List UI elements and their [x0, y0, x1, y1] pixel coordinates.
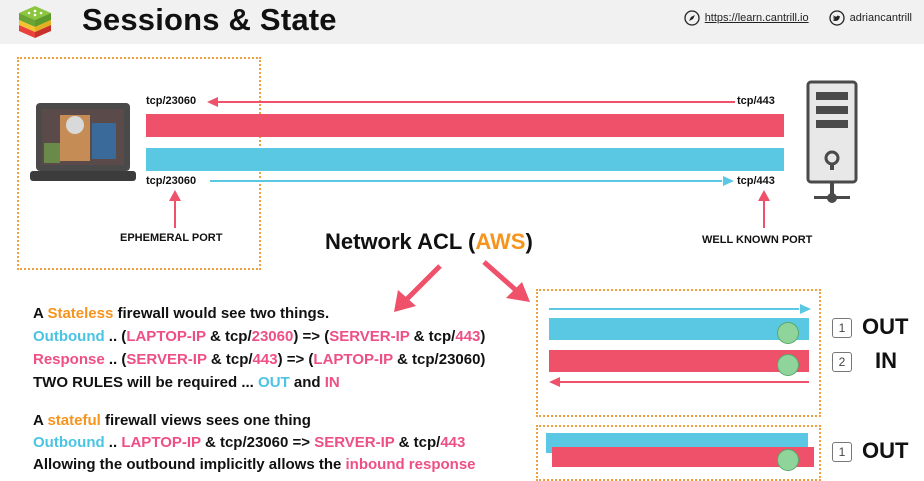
stateless-pointer-arrow [394, 264, 442, 312]
rule-number-badge: 2 [832, 352, 852, 372]
text-segment: LAPTOP-IP [126, 328, 206, 345]
wellknown-pointer [758, 190, 770, 228]
stateless-in-arrow [549, 377, 809, 387]
twitter-icon [828, 10, 845, 26]
text-segment: & tcp/ [206, 351, 253, 368]
server-icon [806, 80, 858, 203]
text-segment: ) [480, 328, 486, 345]
inbound-arrow [207, 97, 735, 107]
right-port-bottom: tcp/443 [737, 175, 775, 187]
text-segment: SERVER-IP [329, 328, 410, 345]
check-icon [777, 354, 799, 376]
text-segment: ) => ( [293, 328, 330, 345]
ephemeral-pointer [169, 190, 181, 228]
compass-icon [684, 10, 700, 26]
website-link[interactable]: https://learn.cantrill.io [705, 12, 809, 24]
outbound-arrow [210, 176, 734, 186]
text-segment: Response [33, 351, 105, 368]
check-icon [777, 449, 799, 471]
text-segment: .. ( [104, 328, 127, 345]
diagram-pointer-arrow [482, 260, 530, 302]
text-segment: LAPTOP-IP [121, 434, 201, 451]
text-segment: Outbound [33, 434, 105, 451]
stateless-line-3: Response .. (SERVER-IP & tcp/443) => (LA… [33, 351, 485, 368]
text-segment: inbound response [345, 456, 476, 473]
stateless-in-bar [549, 350, 809, 372]
stateful-in-bar [552, 447, 814, 467]
text-segment: SERVER-IP [314, 434, 395, 451]
rule-direction-out: OUT [862, 314, 909, 339]
page-title: Sessions & State [82, 2, 337, 37]
text-segment: & tcp/23060) [392, 351, 486, 368]
network-acl-title: Network ACL (AWS) [325, 229, 533, 254]
response-flow-bar [146, 114, 784, 137]
rule-direction-out: OUT [862, 438, 909, 463]
text-segment: OUT [258, 374, 290, 391]
check-icon [777, 322, 799, 344]
text-segment: 23060 [251, 328, 294, 345]
left-port-top: tcp/23060 [146, 95, 197, 107]
text-segment: IN [324, 374, 340, 391]
outbound-flow-bar [146, 148, 784, 171]
laptop-icon [30, 103, 136, 181]
text-segment: & tcp/ [409, 328, 456, 345]
text-segment: 443 [455, 328, 481, 345]
text-segment: .. [104, 434, 122, 451]
wellknown-port-label: WELL KNOWN PORT [702, 234, 813, 246]
stateful-line-3: Allowing the outbound implicitly allows … [33, 456, 476, 473]
text-segment: LAPTOP-IP [313, 351, 393, 368]
text-segment: 443 [252, 351, 278, 368]
text-segment: & tcp/ [205, 328, 252, 345]
text-segment: TWO RULES will be required ... [33, 374, 259, 391]
rule-number-badge: 1 [832, 318, 852, 338]
rule-direction-in: IN [875, 348, 897, 373]
text-segment: firewall views sees one thing [100, 412, 311, 429]
text-segment: .. ( [104, 351, 127, 368]
left-port-bottom: tcp/23060 [146, 175, 197, 187]
stateless-line-2: Outbound .. (LAPTOP-IP & tcp/23060) => (… [33, 328, 485, 345]
text-segment: A [33, 412, 48, 429]
twitter-handle[interactable]: adriancantrill [850, 12, 912, 24]
text-segment: & tcp/ [394, 434, 441, 451]
text-segment: stateful [47, 412, 101, 429]
text-segment: Allowing the outbound implicitly allows … [33, 456, 346, 473]
stateless-line-4: TWO RULES will be required ... OUT and I… [33, 374, 340, 391]
rule-number-badge: 1 [832, 442, 852, 462]
text-segment: & tcp/23060 => [200, 434, 315, 451]
ephemeral-port-label: EPHEMERAL PORT [120, 232, 223, 244]
stateful-line-1: A stateful firewall views sees one thing [33, 412, 311, 429]
stateful-line-2: Outbound .. LAPTOP-IP & tcp/23060 => SER… [33, 434, 465, 451]
right-port-top: tcp/443 [737, 95, 775, 107]
header-bar: Sessions & State https://learn.cantrill.… [0, 0, 924, 44]
stateless-out-arrow [549, 304, 811, 314]
text-segment: SERVER-IP [126, 351, 207, 368]
stateless-out-bar [549, 318, 809, 340]
header-links: https://learn.cantrill.io adriancantrill [684, 10, 912, 26]
cantrill-logo-icon [19, 6, 51, 38]
stateless-line-1: A Stateless firewall would see two thing… [33, 305, 330, 322]
text-segment: Outbound [33, 328, 105, 345]
text-segment: ) => ( [277, 351, 314, 368]
text-segment: and [289, 374, 325, 391]
text-segment: 443 [440, 434, 466, 451]
